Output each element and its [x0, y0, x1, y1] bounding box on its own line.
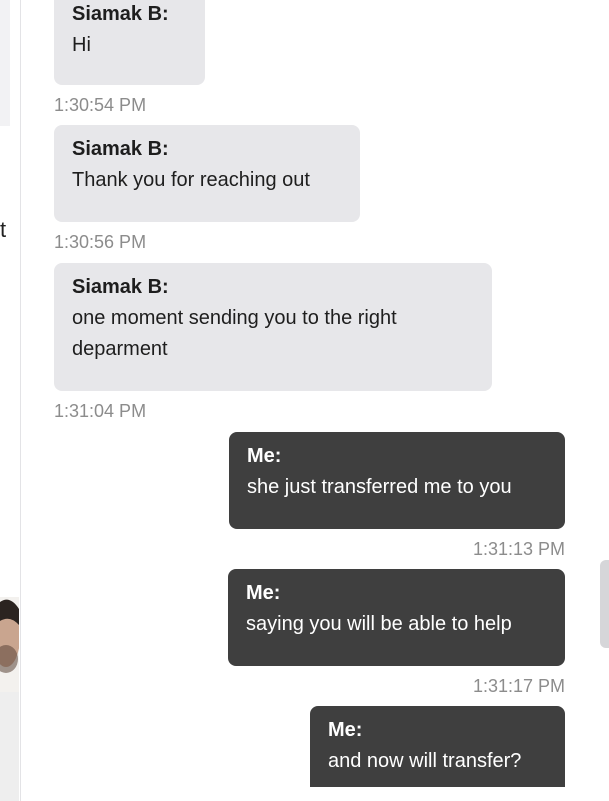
- message-bubble-incoming: Siamak B: Hi: [54, 0, 205, 85]
- message-timestamp: 1:31:04 PM: [54, 401, 147, 421]
- message-text: one moment sending you to the right depa…: [72, 307, 397, 360]
- message-text: and now will transfer?: [328, 750, 522, 772]
- message-timestamp: 1:31:17 PM: [472, 676, 565, 696]
- message-text: she just transferred me to you: [247, 476, 512, 498]
- message-sender: Me:: [246, 582, 281, 604]
- chat-transcript[interactable]: Siamak B: Hi 1:30:54 PM Siamak B: Thank …: [0, 0, 609, 787]
- message-text: saying you will be able to help: [246, 613, 512, 635]
- message-timestamp: 1:31:13 PM: [472, 539, 565, 559]
- message-timestamp: 1:30:54 PM: [54, 95, 147, 115]
- scrollbar-thumb[interactable]: [600, 560, 609, 648]
- message-text: Hi: [72, 34, 91, 56]
- message-bubble-outgoing: Me: she just transferred me to you: [229, 432, 565, 529]
- message-text: Thank you for reaching out: [72, 169, 310, 191]
- message-timestamp: 1:30:56 PM: [54, 232, 147, 252]
- message-sender: Siamak B:: [72, 138, 169, 160]
- message-sender: Siamak B:: [72, 3, 169, 25]
- message-sender: Me:: [247, 445, 282, 467]
- message-sender: Siamak B:: [72, 276, 169, 298]
- message-bubble-outgoing: Me: and now will transfer?: [310, 706, 565, 787]
- message-bubble-incoming: Siamak B: Thank you for reaching out: [54, 125, 360, 222]
- message-bubble-outgoing: Me: saying you will be able to help: [228, 569, 565, 666]
- message-sender: Me:: [328, 719, 363, 741]
- message-bubble-incoming: Siamak B: one moment sending you to the …: [54, 263, 492, 391]
